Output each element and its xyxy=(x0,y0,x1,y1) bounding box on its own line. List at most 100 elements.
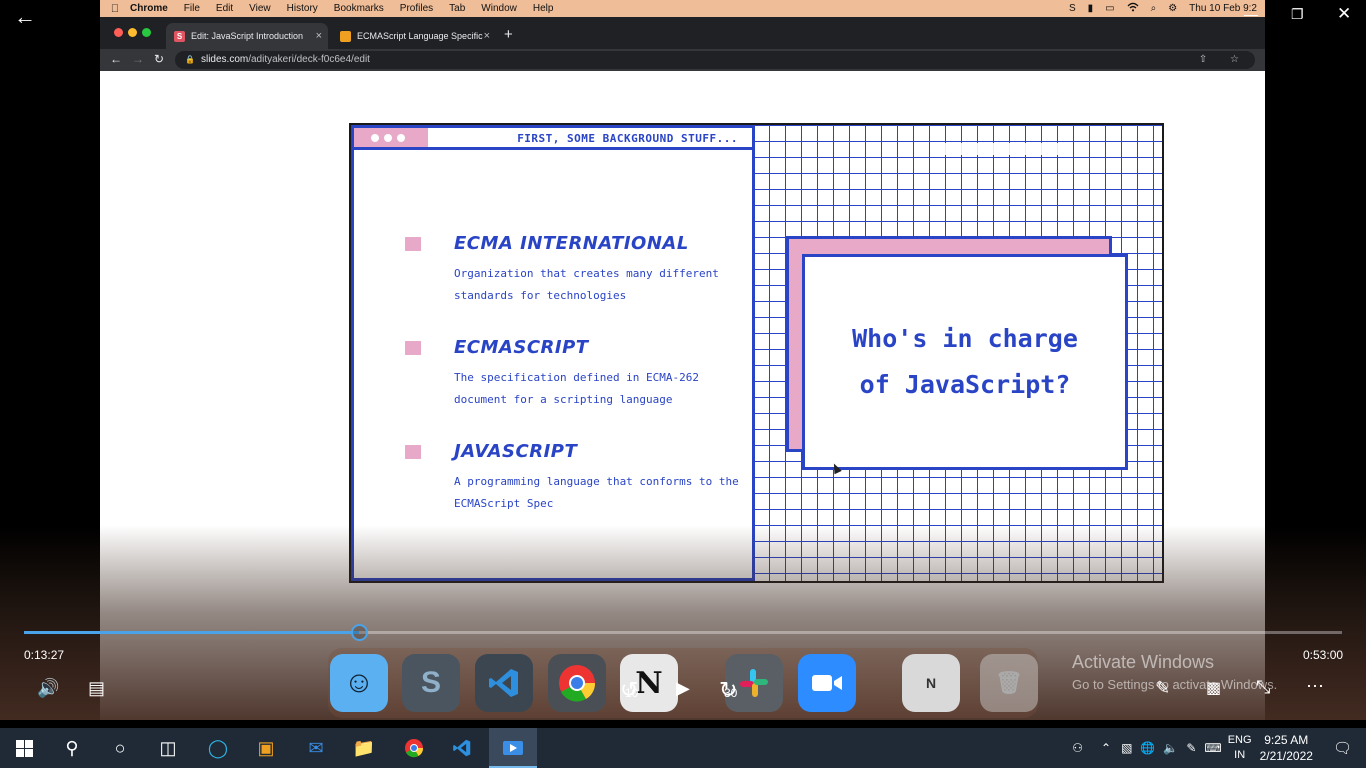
speaker-icon[interactable]: 🔈 xyxy=(1163,741,1178,755)
bullet-square xyxy=(405,237,421,251)
spotlight-icon[interactable]: ⌕ xyxy=(1151,3,1157,14)
menu-bookmarks[interactable]: Bookmarks xyxy=(334,3,384,14)
mini-view-icon[interactable]: ▩ xyxy=(1206,678,1221,698)
seek-bar[interactable] xyxy=(24,631,1342,634)
edge-icon[interactable]: ◯ xyxy=(194,728,242,768)
search-icon[interactable]: ⚲ xyxy=(48,728,96,768)
close-tab-icon[interactable]: × xyxy=(484,30,490,42)
wifi-icon[interactable] xyxy=(1127,2,1139,15)
play-icon[interactable]: ▶ xyxy=(676,678,690,699)
control-center-icon[interactable]: ⚙ xyxy=(1168,3,1177,14)
address-bar[interactable]: 🔒 slides.com/adityakeri/deck-f0c6e4/edit … xyxy=(175,51,1255,69)
clock-date: 2/21/2022 xyxy=(1259,749,1313,763)
start-button[interactable] xyxy=(0,728,48,768)
tab-label: ECMAScript Language Specific xyxy=(357,31,483,41)
notifications-icon[interactable]: 🗨 xyxy=(1333,739,1352,757)
tab-slides-edit[interactable]: S Edit: JavaScript Introduction × xyxy=(166,23,328,49)
mac-menu-bar:  Chrome File Edit View History Bookmark… xyxy=(100,0,1265,17)
pen-workspace-icon[interactable]: ✎ xyxy=(1186,741,1196,755)
activate-windows-watermark: Activate Windows Go to Settings to activ… xyxy=(1072,652,1277,692)
mail-icon[interactable]: ✉ xyxy=(292,728,340,768)
retro-window-titlebar: FIRST, SOME BACKGROUND STUFF... xyxy=(354,128,752,150)
people-icon[interactable]: ⚇ xyxy=(1072,741,1083,755)
browser-tab-strip: S Edit: JavaScript Introduction × ECMASc… xyxy=(100,17,1265,49)
vscode-taskbar-icon[interactable] xyxy=(438,728,486,768)
network-icon[interactable]: 🌐 xyxy=(1140,741,1155,755)
windows-logo-icon xyxy=(15,739,33,757)
show-hidden-icon[interactable]: ⌃ xyxy=(1101,741,1111,755)
url-path: /adityakeri/deck-f0c6e4/edit xyxy=(248,54,370,65)
volume-icon[interactable]: 🔊 xyxy=(37,678,59,699)
minimize-icon[interactable]: — xyxy=(1244,6,1258,22)
chrome-taskbar-icon[interactable] xyxy=(390,728,438,768)
menu-edit[interactable]: Edit xyxy=(216,3,233,14)
menu-history[interactable]: History xyxy=(287,3,318,14)
presentation-slide[interactable]: FIRST, SOME BACKGROUND STUFF... ECMA INT… xyxy=(349,123,1164,583)
cortana-icon[interactable]: ○ xyxy=(96,728,144,768)
seek-thumb[interactable] xyxy=(351,624,368,641)
item-description: Organization that creates many different… xyxy=(454,267,719,302)
new-tab-button[interactable]: + xyxy=(504,26,513,43)
menu-file[interactable]: File xyxy=(184,3,200,14)
menu-view[interactable]: View xyxy=(249,3,271,14)
dock-finder-icon: ☺ xyxy=(330,654,388,712)
language-code: ENG xyxy=(1227,734,1252,746)
store-icon[interactable]: ▣ xyxy=(242,728,290,768)
more-icon[interactable]: ⋯ xyxy=(1306,676,1324,697)
back-icon[interactable]: ← xyxy=(110,52,122,66)
defender-icon[interactable]: ▧ xyxy=(1121,741,1132,755)
menu-help[interactable]: Help xyxy=(533,3,554,14)
close-window-icon[interactable] xyxy=(114,28,123,37)
close-tab-icon[interactable]: × xyxy=(316,30,322,42)
menu-profiles[interactable]: Profiles xyxy=(400,3,433,14)
clock-time: 9:25 AM xyxy=(1264,733,1309,747)
url-host: slides.com xyxy=(200,54,249,65)
watermark-title: Activate Windows xyxy=(1072,652,1215,672)
browser-toolbar: ← → ↻ 🔒 slides.com/adityakeri/deck-f0c6e4… xyxy=(100,49,1265,71)
close-icon[interactable]: ✕ xyxy=(1337,4,1351,24)
question-text: Who's in charge of JavaScript? xyxy=(852,324,1078,399)
lock-icon: 🔒 xyxy=(185,55,195,64)
media-player-taskbar-icon[interactable] xyxy=(489,728,537,768)
menu-window[interactable]: Window xyxy=(481,3,517,14)
menu-tab[interactable]: Tab xyxy=(449,3,465,14)
item-title: ECMASCRIPT xyxy=(454,337,589,358)
window-dots xyxy=(354,128,428,147)
zoom-window-icon[interactable] xyxy=(142,28,151,37)
bullet-square xyxy=(405,445,421,459)
skip-forward-label: 30 xyxy=(724,686,738,700)
input-language[interactable]: ENG IN xyxy=(1228,733,1252,763)
desktop:  Chrome File Edit View History Bookmark… xyxy=(0,0,1366,768)
task-view-icon[interactable]: ◫ xyxy=(144,728,192,768)
tab-ecmascript-spec[interactable]: ECMAScript Language Specific × xyxy=(332,23,496,49)
retro-window: FIRST, SOME BACKGROUND STUFF... ECMA INT… xyxy=(351,125,755,581)
current-time: 0:13:27 xyxy=(24,648,65,662)
keyboard-icon[interactable]: ⌨ xyxy=(1204,741,1221,755)
menu-chrome[interactable]: Chrome xyxy=(130,3,168,14)
sidebar-status-icon[interactable]: ▮ xyxy=(1088,3,1094,14)
file-explorer-icon[interactable]: 📁 xyxy=(340,728,388,768)
forward-icon[interactable]: → xyxy=(132,52,144,66)
dock-chrome-icon xyxy=(548,654,606,712)
restore-icon[interactable]: ❐ xyxy=(1291,6,1304,23)
dock-trash-icon: 🗑 xyxy=(980,654,1038,712)
sublime-status-icon[interactable]: S xyxy=(1069,3,1076,14)
battery-icon[interactable]: ▭ xyxy=(1105,3,1114,14)
watermark-subtitle: Go to Settings to activate Windows. xyxy=(1072,677,1278,692)
captions-icon[interactable]: ▤ xyxy=(88,678,105,699)
title-decoration xyxy=(931,143,1067,155)
seek-progress xyxy=(24,631,359,634)
item-description: The specification defined in ECMA-262 do… xyxy=(454,371,700,406)
question-card: Who's in charge of JavaScript? xyxy=(802,254,1128,470)
slides-favicon: S xyxy=(174,30,185,42)
back-arrow-icon[interactable]: ← xyxy=(14,4,36,30)
dock-vscode-icon xyxy=(475,654,533,712)
apple-icon[interactable]:  xyxy=(100,3,130,15)
minimize-window-icon[interactable] xyxy=(128,28,137,37)
item-description: A programming language that conforms to … xyxy=(454,475,739,510)
pen-icon[interactable]: ✎ xyxy=(1155,678,1170,699)
reload-icon[interactable]: ↻ xyxy=(154,52,164,66)
taskbar-clock[interactable]: 9:25 AM 2/21/2022 xyxy=(1260,732,1313,764)
fullscreen-icon[interactable]: ⤡ xyxy=(1256,677,1270,698)
share-bookmark-icons[interactable]: ⇧ ☆ xyxy=(1199,51,1249,69)
